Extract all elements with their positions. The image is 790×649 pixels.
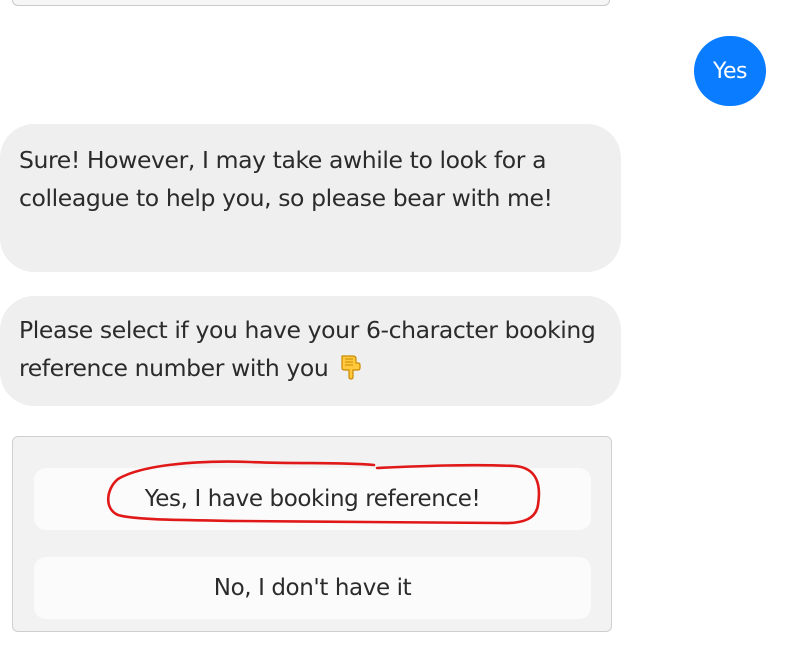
quick-reply-card: Yes, I have booking reference! No, I don… — [12, 436, 612, 632]
chat-window: Yes Sure! However, I may take awhile to … — [0, 0, 790, 649]
backhand-index-pointing-down-icon — [339, 353, 362, 380]
quick-reply-yes-button[interactable]: Yes, I have booking reference! — [34, 468, 591, 530]
bot-message-bubble: Please select if you have your 6-charact… — [0, 296, 621, 406]
bot-message-text: Please select if you have your 6-charact… — [19, 316, 596, 382]
user-message-text: Yes — [712, 58, 748, 84]
previous-quick-reply-card — [12, 0, 610, 6]
user-message-bubble: Yes — [694, 36, 766, 106]
bot-message-bubble: Sure! However, I may take awhile to look… — [0, 124, 621, 272]
bot-message-text: Sure! However, I may take awhile to look… — [19, 146, 553, 212]
quick-reply-no-button[interactable]: No, I don't have it — [34, 557, 591, 619]
